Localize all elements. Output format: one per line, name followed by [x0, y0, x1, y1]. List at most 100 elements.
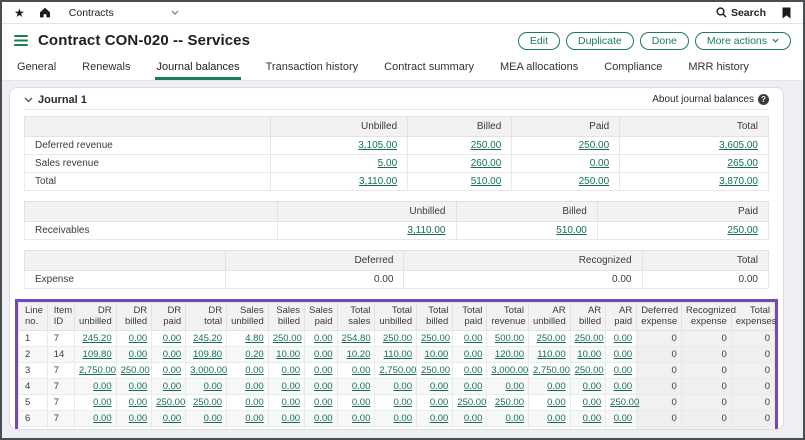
amount-link[interactable]: 0.00 [282, 429, 301, 430]
amount-link[interactable]: 0.00 [204, 429, 223, 430]
amount-link[interactable]: 0.00 [282, 413, 301, 424]
amount-link[interactable]: 0.00 [163, 349, 182, 360]
amount-link[interactable]: 120.00 [495, 349, 524, 360]
amount-link[interactable]: 109.80 [83, 349, 112, 360]
amount-link[interactable]: 250.00 [156, 397, 185, 408]
amount-link[interactable]: 250.00 [579, 140, 610, 151]
tab-transaction-history[interactable]: Transaction history [265, 57, 360, 80]
amount-link[interactable]: 0.00 [394, 413, 413, 424]
list-menu-icon[interactable] [14, 35, 28, 46]
amount-link[interactable]: 0.00 [614, 365, 633, 376]
amount-link[interactable]: 0.00 [464, 349, 483, 360]
amount-link[interactable]: 0.00 [129, 349, 148, 360]
amount-link[interactable]: 0.00 [505, 381, 524, 392]
amount-link[interactable]: 0.20 [245, 349, 264, 360]
amount-link[interactable]: 0.00 [583, 397, 602, 408]
amount-link[interactable]: 250.00 [193, 397, 222, 408]
amount-link[interactable]: 3,110.00 [359, 176, 397, 187]
amount-link[interactable]: 0.00 [614, 333, 633, 344]
amount-link[interactable]: 0.00 [614, 381, 633, 392]
tab-general[interactable]: General [16, 57, 57, 80]
amount-link[interactable]: 250.00 [727, 225, 758, 236]
amount-link[interactable]: 250.00 [383, 333, 412, 344]
amount-link[interactable]: 0.00 [282, 365, 301, 376]
amount-link[interactable]: 0.00 [93, 413, 112, 424]
tab-mrr-history[interactable]: MRR history [687, 57, 750, 80]
favorite-star-icon[interactable]: ★ [14, 7, 25, 19]
amount-link[interactable]: 0.00 [394, 381, 413, 392]
amount-link[interactable]: 250.00 [579, 176, 610, 187]
amount-link[interactable]: 2,750.00 [79, 365, 116, 376]
amount-link[interactable]: 2,750.00 [533, 365, 570, 376]
amount-link[interactable]: 0.00 [245, 381, 264, 392]
amount-link[interactable]: 0.00 [505, 413, 524, 424]
amount-link[interactable]: 250.00 [121, 365, 150, 376]
amount-link[interactable]: 250.00 [421, 365, 450, 376]
amount-link[interactable]: 0.00 [282, 381, 301, 392]
amount-link[interactable]: 0.00 [163, 413, 182, 424]
amount-link[interactable]: 0.00 [129, 333, 148, 344]
done-button[interactable]: Done [640, 32, 689, 50]
about-journal-balances-link[interactable]: About journal balances ? [652, 94, 769, 105]
amount-link[interactable]: 0.00 [245, 413, 264, 424]
amount-link[interactable]: 10.20 [347, 349, 371, 360]
amount-link[interactable]: 0.00 [352, 429, 371, 430]
amount-link[interactable]: 0.00 [464, 333, 483, 344]
amount-link[interactable]: 0.00 [314, 429, 333, 430]
amount-link[interactable]: 0.00 [352, 397, 371, 408]
amount-link[interactable]: 0.00 [314, 333, 333, 344]
amount-link[interactable]: 0.00 [245, 397, 264, 408]
tab-renewals[interactable]: Renewals [81, 57, 131, 80]
amount-link[interactable]: 0.00 [464, 413, 483, 424]
amount-link[interactable]: 0.00 [505, 429, 524, 430]
amount-link[interactable]: 245.20 [83, 333, 112, 344]
amount-link[interactable]: 3,110.00 [407, 225, 445, 236]
amount-link[interactable]: 254.80 [342, 333, 371, 344]
amount-link[interactable]: 0.00 [430, 429, 449, 430]
amount-link[interactable]: 510.00 [471, 176, 502, 187]
amount-link[interactable]: 0.00 [163, 381, 182, 392]
amount-link[interactable]: 109.80 [193, 349, 222, 360]
amount-link[interactable]: 0.00 [464, 429, 483, 430]
amount-link[interactable]: 3,000.00 [491, 365, 528, 376]
amount-link[interactable]: 10.00 [425, 349, 449, 360]
amount-link[interactable]: 0.00 [129, 381, 148, 392]
amount-link[interactable]: 265.00 [727, 158, 758, 169]
amount-link[interactable]: 0.00 [314, 365, 333, 376]
collapse-chevron-icon[interactable] [24, 97, 33, 103]
amount-link[interactable]: 0.00 [614, 413, 633, 424]
amount-link[interactable]: 0.00 [245, 429, 264, 430]
amount-link[interactable]: 0.00 [430, 413, 449, 424]
tab-compliance[interactable]: Compliance [603, 57, 663, 80]
amount-link[interactable]: 250.00 [273, 333, 302, 344]
amount-link[interactable]: 0.00 [394, 397, 413, 408]
amount-link[interactable]: 5.00 [378, 158, 397, 169]
amount-link[interactable]: 0.00 [314, 381, 333, 392]
amount-link[interactable]: 3,105.00 [358, 140, 397, 151]
amount-link[interactable]: 260.00 [471, 158, 502, 169]
amount-link[interactable]: 245.20 [193, 333, 222, 344]
amount-link[interactable]: 250.00 [421, 333, 450, 344]
tab-mea-allocations[interactable]: MEA allocations [499, 57, 579, 80]
amount-link[interactable]: 2,750.00 [379, 365, 416, 376]
home-icon[interactable] [39, 7, 51, 18]
amount-link[interactable]: 0.00 [204, 413, 223, 424]
amount-link[interactable]: 250.00 [457, 397, 486, 408]
amount-link[interactable]: 250.00 [575, 333, 604, 344]
amount-link[interactable]: 250.00 [537, 333, 566, 344]
amount-link[interactable]: 0.00 [314, 349, 333, 360]
global-search[interactable]: Search [716, 7, 766, 19]
amount-link[interactable]: 0.00 [430, 381, 449, 392]
amount-link[interactable]: 250.00 [495, 397, 524, 408]
more-actions-button[interactable]: More actions [695, 32, 791, 50]
amount-link[interactable]: 0.00 [163, 365, 182, 376]
amount-link[interactable]: 0.00 [93, 381, 112, 392]
app-nav-dropdown[interactable]: Contracts [69, 7, 179, 19]
amount-link[interactable]: 0.00 [583, 413, 602, 424]
amount-link[interactable]: 10.00 [577, 349, 601, 360]
amount-link[interactable]: 0.00 [314, 413, 333, 424]
amount-link[interactable]: 0.00 [245, 365, 264, 376]
amount-link[interactable]: 0.00 [464, 365, 483, 376]
amount-link[interactable]: 0.00 [163, 333, 182, 344]
edit-button[interactable]: Edit [518, 32, 560, 50]
